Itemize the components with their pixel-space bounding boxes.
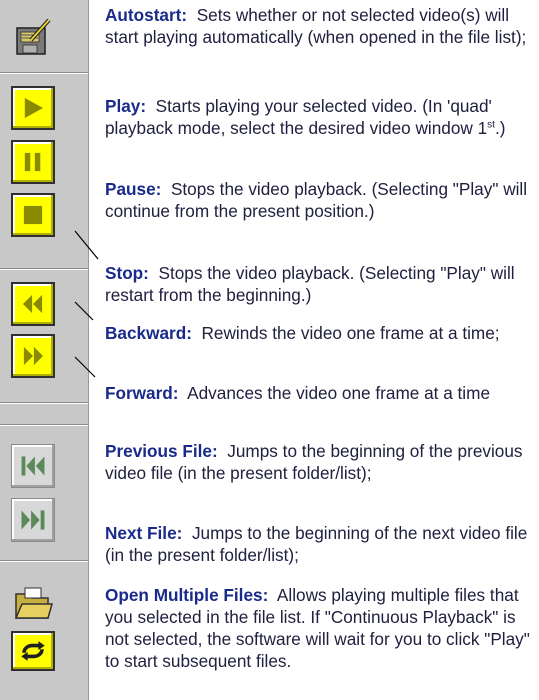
next-file-description: Next File: Jumps to the beginning of the…: [105, 522, 535, 566]
stop-icon: [23, 205, 43, 225]
pause-text: Stops the video playback. (Selecting "Pl…: [105, 179, 528, 221]
next-file-button[interactable]: [11, 498, 55, 542]
previous-file-description: Previous File: Jumps to the beginning of…: [105, 440, 535, 484]
continuous-playback-button[interactable]: [11, 631, 55, 671]
previous-file-button[interactable]: [11, 444, 55, 488]
backward-description: Backward: Rewinds the video one frame at…: [105, 322, 535, 344]
play-icon: [24, 98, 43, 118]
backward-text: Rewinds the video one frame at a time;: [201, 323, 500, 343]
toolbar-separator: [0, 72, 88, 74]
next-file-icon: [21, 510, 45, 530]
pause-description: Pause: Stops the video playback. (Select…: [105, 178, 535, 222]
previous-file-term: Previous File:: [105, 441, 218, 461]
pause-icon: [24, 152, 41, 172]
forward-button[interactable]: [11, 334, 55, 378]
stop-term: Stop:: [105, 263, 149, 283]
continuous-playback-icon: [21, 641, 45, 661]
backward-button[interactable]: [11, 282, 55, 326]
play-term: Play:: [105, 96, 147, 116]
play-text-end: .): [494, 118, 506, 138]
play-button[interactable]: [11, 86, 55, 130]
forward-icon: [23, 346, 43, 366]
pause-term: Pause:: [105, 179, 162, 199]
forward-description: Forward: Advances the video one frame at…: [105, 382, 535, 404]
toolbar-separator: [0, 424, 88, 426]
pause-button[interactable]: [11, 140, 55, 184]
backward-term: Backward:: [105, 323, 192, 343]
autostart-description: Autostart: Sets whether or not selected …: [105, 4, 535, 48]
play-description: Play: Starts playing your selected video…: [105, 95, 535, 139]
autostart-button[interactable]: [11, 14, 55, 58]
play-text: Starts playing your selected video. (In …: [105, 96, 492, 138]
open-multiple-files-button[interactable]: [11, 582, 55, 626]
toolbar-separator: [0, 560, 88, 562]
play-superscript: st: [487, 119, 495, 131]
next-file-term: Next File:: [105, 523, 183, 543]
autostart-term: Autostart:: [105, 5, 188, 25]
toolbar-separator: [0, 268, 88, 270]
backward-icon: [23, 294, 43, 314]
open-multiple-files-description: Open Multiple Files: Allows playing mult…: [105, 584, 535, 672]
open-multiple-files-term: Open Multiple Files:: [105, 585, 269, 605]
stop-button[interactable]: [11, 193, 55, 237]
previous-file-icon: [21, 456, 45, 476]
stop-description: Stop: Stops the video playback. (Selecti…: [105, 262, 535, 306]
forward-term: Forward:: [105, 383, 179, 403]
open-multiple-files-icon: [14, 587, 53, 619]
toolbar-separator: [0, 402, 88, 404]
autostart-icon: [16, 18, 51, 55]
stop-text: Stops the video playback. (Selecting "Pl…: [105, 263, 515, 305]
forward-text: Advances the video one frame at a time: [187, 383, 491, 403]
